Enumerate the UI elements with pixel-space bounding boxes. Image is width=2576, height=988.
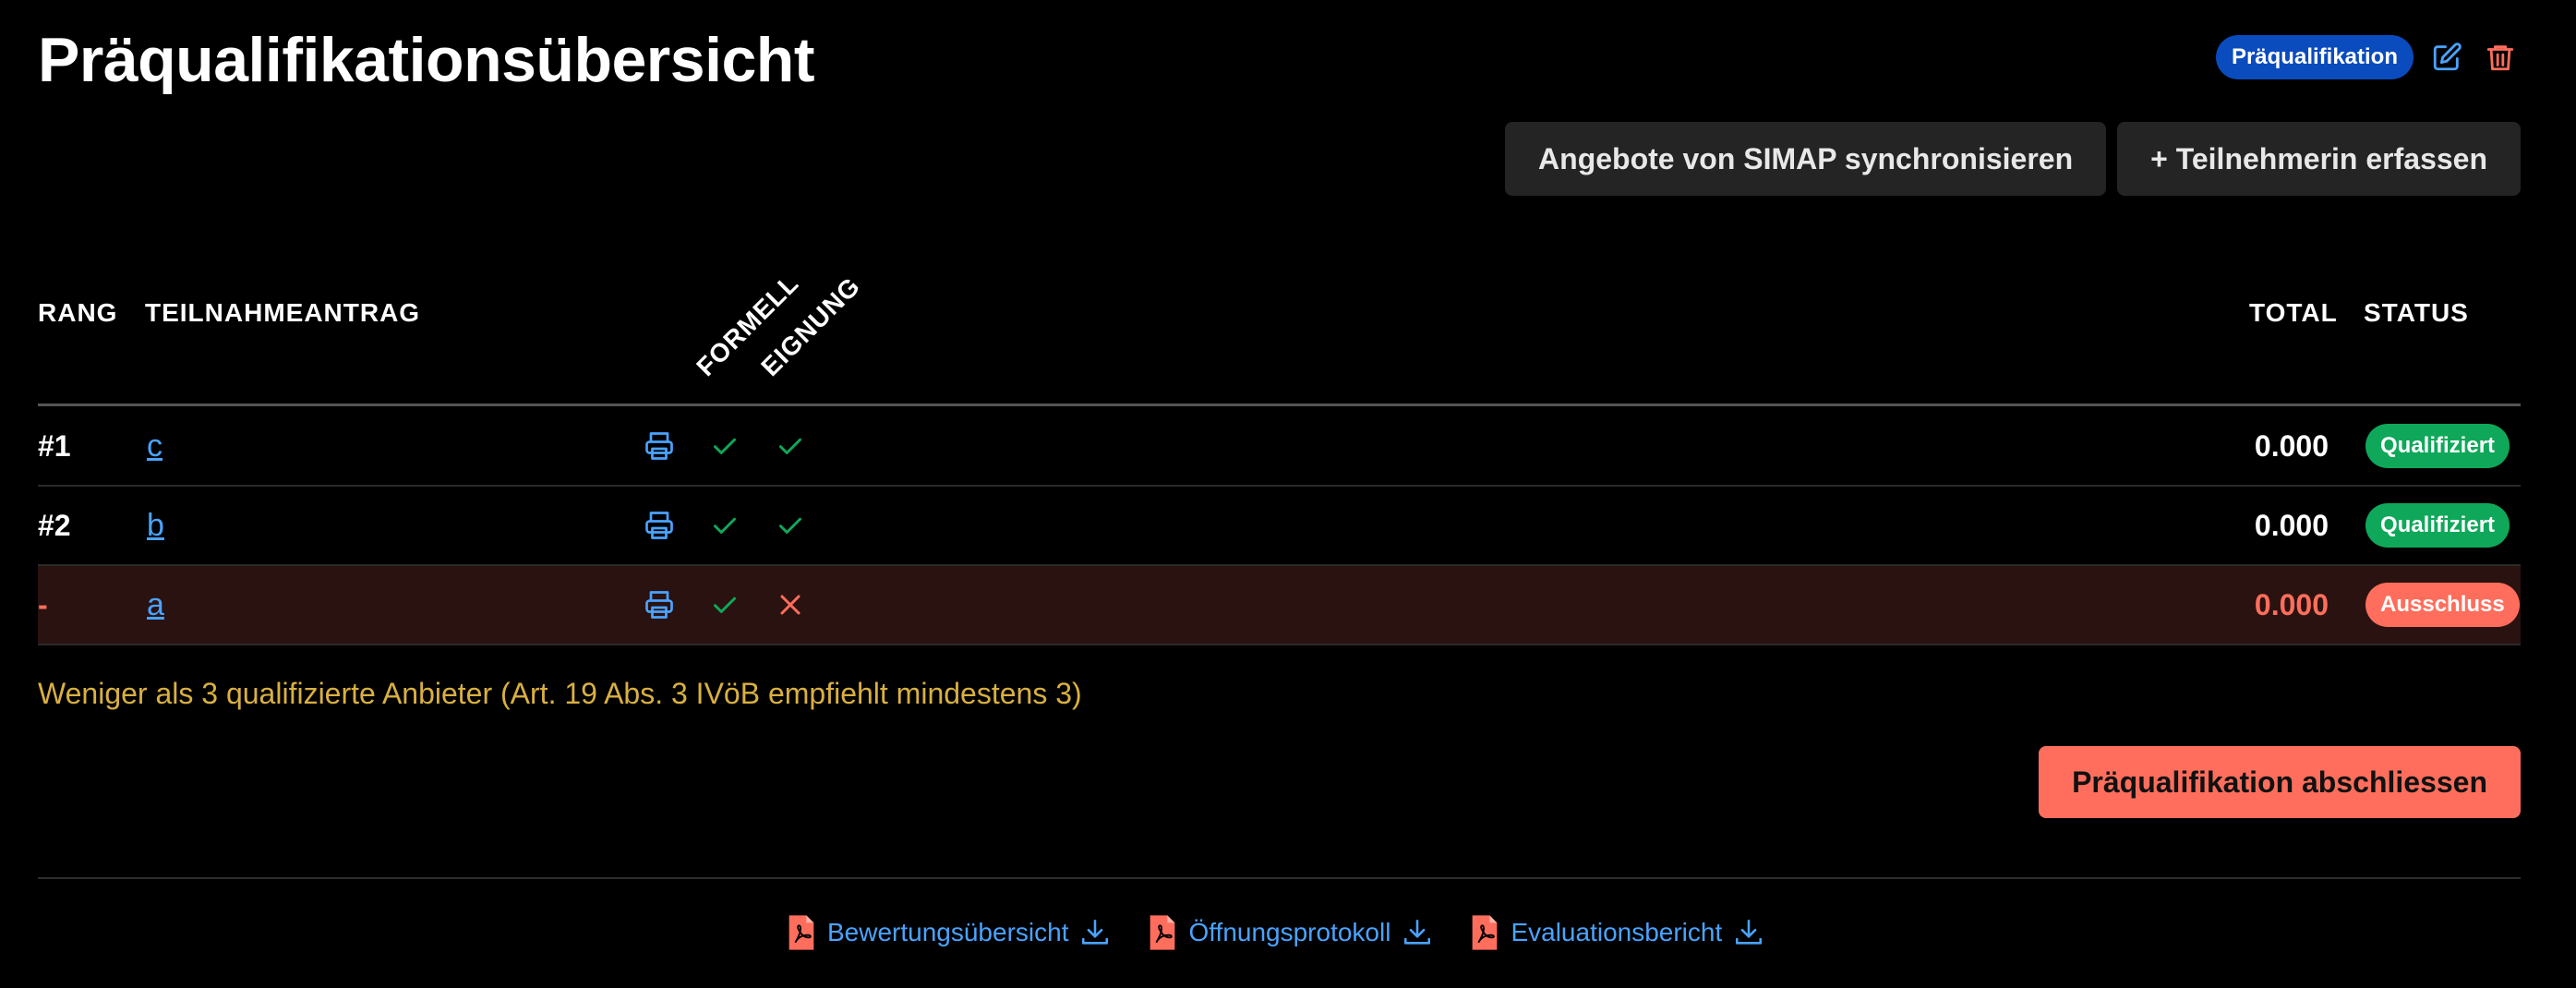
table-row-excluded: - a 0.000 Ausschluss — [38, 566, 2521, 645]
download-icon — [1733, 917, 1764, 948]
eignung-status — [774, 407, 807, 485]
pdf-icon — [1470, 914, 1499, 951]
application-link[interactable]: c — [147, 407, 163, 485]
download-links: Bewertungsübersicht Öffnungsprotokoll Ev… — [787, 909, 1764, 957]
header-actions: Präqualifikation — [2215, 35, 2521, 79]
formell-status — [708, 487, 741, 564]
phase-badge: Präqualifikation — [2215, 35, 2413, 79]
check-icon — [779, 517, 801, 534]
download-icon — [1079, 917, 1111, 948]
download-icon — [1402, 917, 1433, 948]
printer-icon — [645, 512, 673, 539]
divider — [38, 877, 2521, 879]
download-label: Öffnungsprotokoll — [1188, 918, 1391, 946]
total-cell: 0.000 — [2254, 508, 2329, 542]
check-icon — [714, 596, 736, 613]
status-badge: Ausschluss — [2365, 583, 2520, 627]
print-button[interactable] — [643, 566, 676, 644]
trash-icon — [2486, 45, 2514, 71]
print-button[interactable] — [643, 487, 676, 564]
total-cell: 0.000 — [2254, 587, 2329, 621]
application-link[interactable]: a — [147, 566, 164, 644]
cross-icon — [780, 595, 800, 615]
page: Präqualifikationsübersicht Präqualifikat… — [38, 0, 2521, 988]
toolbar: Angebote von SIMAP synchronisieren + Tei… — [1505, 122, 2521, 196]
eignung-status — [774, 566, 807, 644]
table-row: #1 c 0.000 Qualifiziert — [38, 407, 2521, 487]
download-bewertungsuebersicht[interactable]: Bewertungsübersicht — [787, 914, 1111, 951]
pdf-icon — [787, 914, 816, 951]
delete-button[interactable] — [2480, 37, 2521, 78]
printer-icon — [645, 432, 673, 460]
print-button[interactable] — [643, 407, 676, 485]
check-icon — [779, 438, 801, 454]
sync-simap-button[interactable]: Angebote von SIMAP synchronisieren — [1505, 122, 2107, 196]
edit-button[interactable] — [2426, 37, 2467, 78]
rank-cell: #2 — [38, 508, 71, 542]
formell-status — [708, 407, 741, 485]
column-header-status: STATUS — [2364, 298, 2469, 327]
printer-icon — [645, 591, 673, 619]
status-cell: Qualifiziert — [2365, 487, 2510, 564]
table-row: #2 b 0.000 Qualifiziert — [38, 487, 2521, 566]
table-header-divider — [38, 404, 2521, 406]
finish-prequalification-button[interactable]: Präqualifikation abschliessen — [2039, 746, 2521, 818]
eignung-status — [774, 487, 807, 564]
status-badge: Qualifiziert — [2365, 424, 2510, 468]
download-label: Evaluationsbericht — [1511, 918, 1723, 946]
edit-icon — [2433, 42, 2462, 71]
status-badge: Qualifiziert — [2365, 503, 2510, 548]
check-icon — [714, 517, 736, 534]
status-cell: Ausschluss — [2365, 566, 2520, 644]
rank-cell: #1 — [38, 428, 71, 463]
status-cell: Qualifiziert — [2365, 407, 2510, 485]
column-header-rank: RANG — [38, 298, 118, 327]
total-cell: 0.000 — [2254, 428, 2329, 463]
column-header-application: TEILNAHMEANTRAG — [145, 298, 421, 327]
application-link[interactable]: b — [147, 487, 164, 564]
download-label: Bewertungsübersicht — [827, 918, 1069, 946]
download-oeffnungsprotokoll[interactable]: Öffnungsprotokoll — [1148, 914, 1433, 951]
min-bidders-warning: Weniger als 3 qualifizierte Anbieter (Ar… — [38, 677, 1082, 710]
check-icon — [714, 438, 736, 454]
pdf-icon — [1148, 914, 1177, 951]
column-header-total: TOTAL — [2249, 298, 2338, 327]
page-title: Präqualifikationsübersicht — [38, 25, 814, 95]
rank-cell: - — [38, 587, 48, 621]
add-participant-button[interactable]: + Teilnehmerin erfassen — [2117, 122, 2521, 196]
download-evaluationsbericht[interactable]: Evaluationsbericht — [1470, 914, 1764, 951]
formell-status — [708, 566, 741, 644]
